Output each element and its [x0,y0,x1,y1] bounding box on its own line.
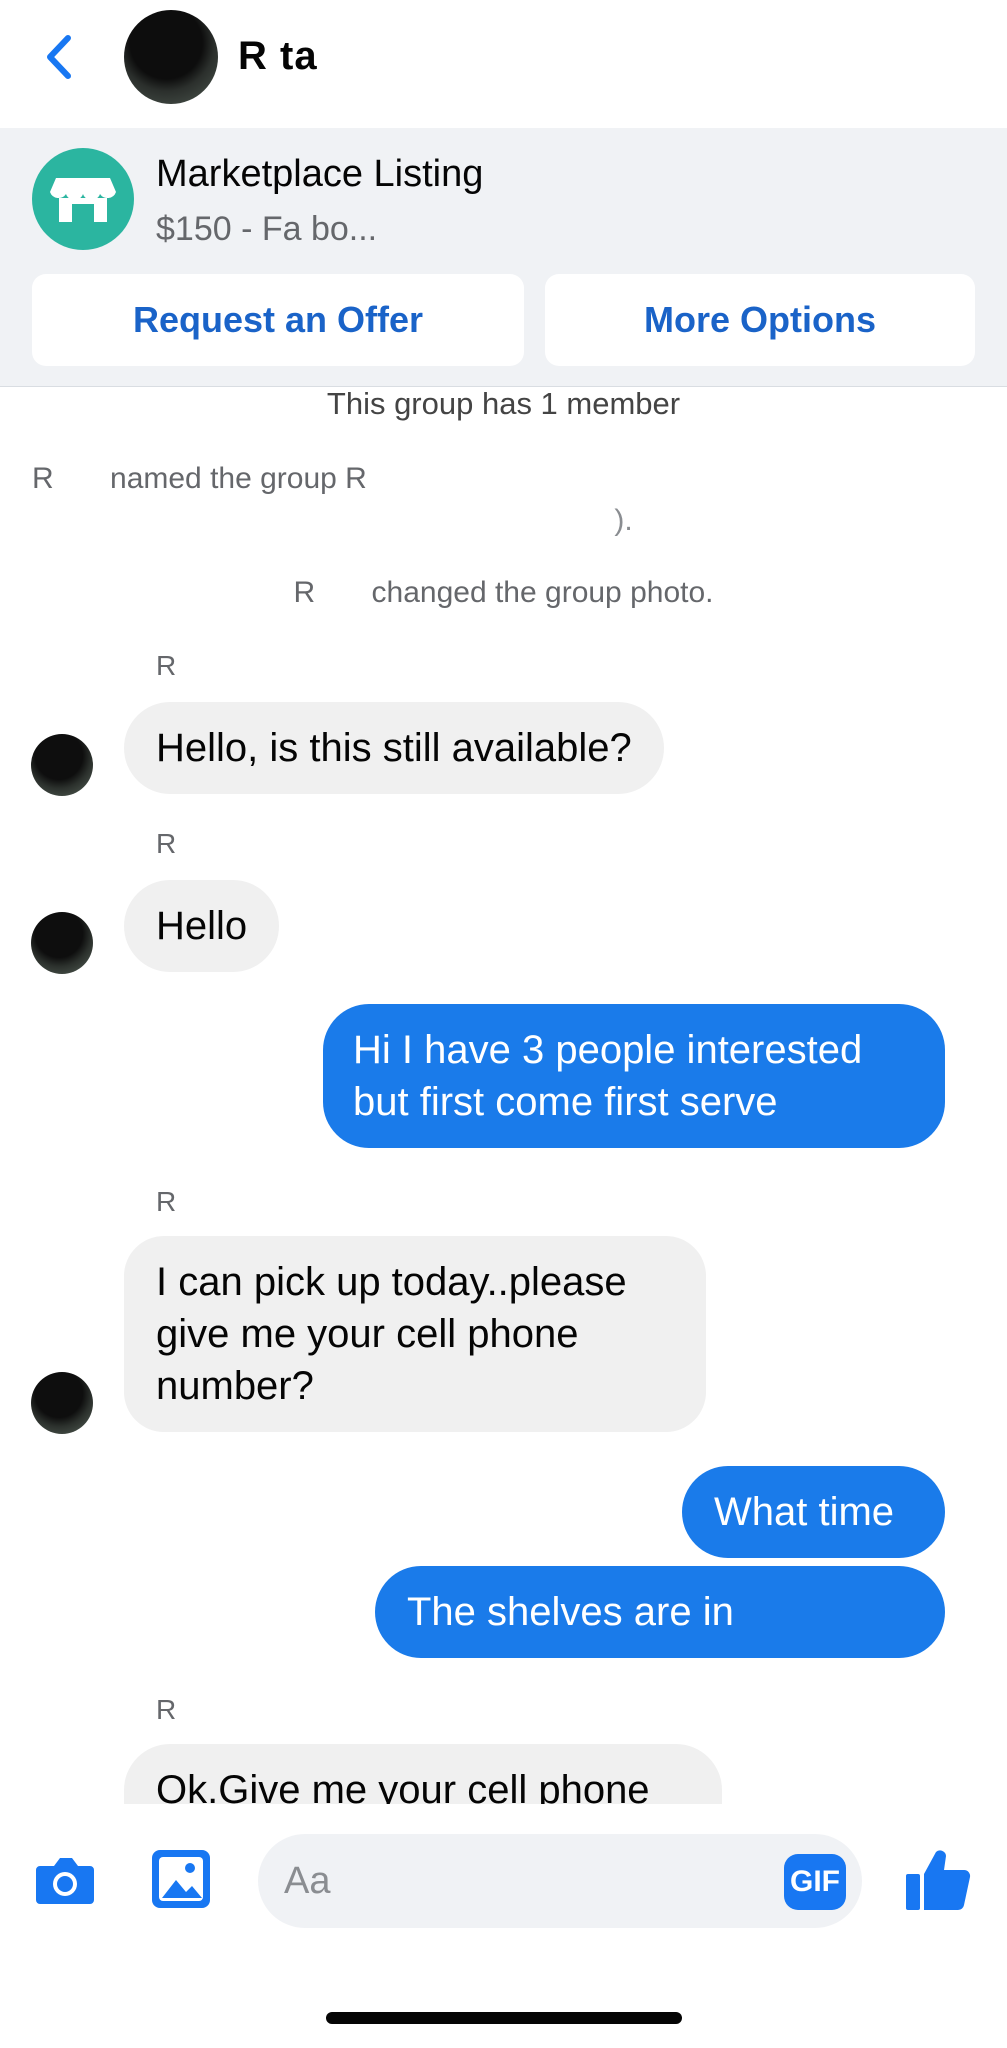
outgoing-message[interactable]: The shelves are in [375,1566,945,1658]
group-named-notice-continued: ). [0,504,1007,538]
system-text-2: ). [614,504,633,537]
sender-name: R [156,650,177,681]
message-input[interactable] [258,1834,862,1928]
request-offer-button[interactable]: Request an Offer [32,274,524,366]
sender-name: R [156,1694,177,1725]
incoming-message[interactable]: Hello, is this still available? [124,702,664,794]
back-chevron-icon[interactable] [40,32,80,82]
message-clip: Ok.Give me your cell phone [0,1744,1007,1804]
storefront-icon [32,148,134,250]
group-photo-notice: R changed the group photo. [0,576,1007,610]
system-text: named the group R [110,462,367,495]
sender-avatar[interactable] [31,1372,93,1434]
group-named-notice: R named the group R [32,462,977,496]
system-actor: R [32,462,54,495]
marketplace-listing-panel: Marketplace Listing $150 - Fa bo... Requ… [0,128,1007,387]
incoming-message[interactable]: Hello [124,880,280,972]
gif-button[interactable]: GIF [784,1854,846,1910]
system-actor: R [293,576,316,609]
system-text: changed the group photo. [371,576,714,609]
listing-subtitle[interactable]: $150 - Fa bo... [156,210,976,249]
outgoing-message[interactable]: Hi I have 3 people interested but first … [323,1004,945,1148]
sender-name: R [156,828,177,859]
outgoing-message[interactable]: What time [682,1466,945,1558]
contact-avatar[interactable] [124,10,218,104]
contact-name[interactable]: R ta [238,34,318,79]
group-members-notice: This group has 1 member [326,386,681,421]
thumbs-up-icon[interactable] [904,1848,972,1912]
sender-name: R [156,1186,177,1217]
incoming-message[interactable]: I can pick up today..please give me your… [124,1236,706,1432]
more-options-button[interactable]: More Options [545,274,975,366]
sender-avatar[interactable] [31,734,93,796]
image-icon[interactable] [150,1848,212,1910]
sender-avatar[interactable] [31,912,93,974]
home-indicator [326,2012,682,2024]
camera-icon[interactable] [34,1852,96,1908]
incoming-message[interactable]: Ok.Give me your cell phone [124,1744,722,1804]
listing-title[interactable]: Marketplace Listing [156,153,483,196]
